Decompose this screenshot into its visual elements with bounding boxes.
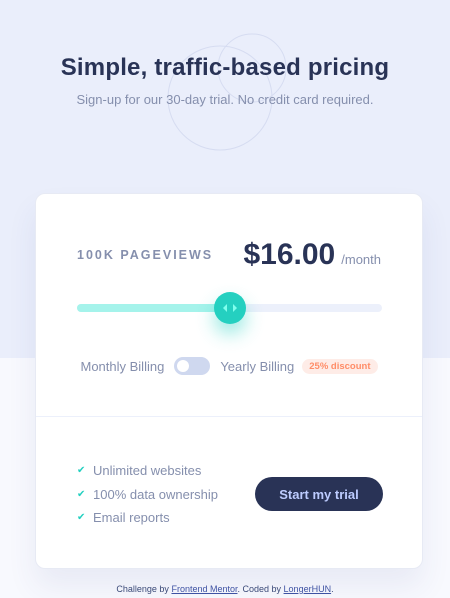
feature-text: 100% data ownership (93, 486, 219, 502)
features-list: ✔ Unlimited websites ✔ 100% data ownersh… (77, 459, 218, 530)
pageviews-label: 100K PAGEVIEWS (77, 248, 214, 262)
start-trial-button[interactable]: Start my trial (255, 477, 383, 511)
discount-badge: 25% discount (302, 358, 378, 374)
yearly-billing-label: Yearly Billing (220, 358, 295, 374)
page-header: Simple, traffic-based pricing Sign-up fo… (0, 54, 450, 107)
footer-middle: . Coded by (237, 584, 282, 594)
feature-item: ✔ 100% data ownership (77, 483, 218, 507)
author-link[interactable]: LongerHUN (284, 584, 332, 594)
pageviews-slider-thumb[interactable] (213, 292, 246, 324)
frontend-mentor-link[interactable]: Frontend Mentor (171, 584, 237, 594)
footer-suffix: . (331, 584, 334, 594)
feature-item: ✔ Email reports (77, 506, 218, 530)
check-icon: ✔ (77, 512, 86, 524)
page-title: Simple, traffic-based pricing (60, 54, 390, 81)
card-divider (36, 416, 422, 417)
attribution-footer: Challenge by Frontend Mentor. Coded by L… (0, 584, 450, 594)
price-display: $16.00 /month (243, 238, 381, 272)
pricing-card: 100K PAGEVIEWS $16.00 /month Monthly Bil… (35, 193, 423, 569)
slider-arrows-icon (222, 304, 237, 312)
feature-item: ✔ Unlimited websites (77, 459, 218, 483)
price-period: /month (341, 252, 381, 267)
footer-prefix: Challenge by (116, 584, 169, 594)
pageviews-slider-fill (77, 304, 230, 312)
price-value: $16.00 (243, 238, 336, 271)
check-icon: ✔ (77, 488, 86, 500)
page-subtitle: Sign-up for our 30-day trial. No credit … (76, 92, 374, 107)
billing-toggle-switch[interactable] (174, 357, 211, 375)
feature-text: Email reports (93, 510, 170, 526)
billing-toggle-row: Monthly Billing Yearly Billing 25% disco… (36, 357, 422, 375)
billing-toggle-knob (177, 360, 190, 372)
feature-text: Unlimited websites (93, 463, 202, 479)
check-icon: ✔ (77, 465, 86, 477)
monthly-billing-label: Monthly Billing (80, 358, 165, 374)
